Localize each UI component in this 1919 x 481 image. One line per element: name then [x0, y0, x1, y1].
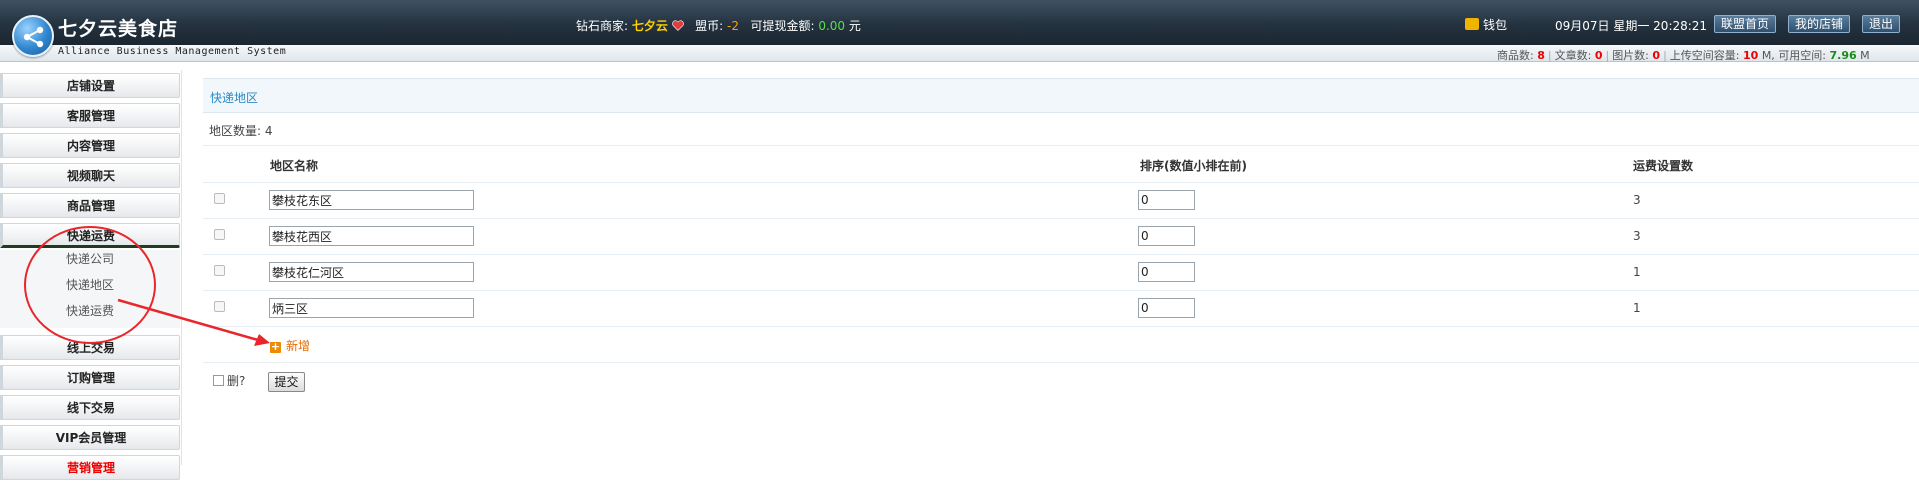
add-icon: + — [270, 340, 281, 353]
site-subtitle: Alliance Business Management System — [58, 46, 287, 57]
submit-button[interactable]: 提交 — [268, 372, 305, 392]
divider — [203, 182, 1919, 183]
column-header-order: 排序(数值小排在前) — [1140, 159, 1247, 173]
logo-share-icon[interactable] — [12, 15, 54, 57]
merchant-label: 钻石商家: — [576, 19, 629, 33]
account-info: 钻石商家: 七夕云 盟币: -2 可提现金额: 0.00 元 — [576, 17, 861, 34]
divider — [203, 362, 1919, 363]
wallet-icon — [1465, 18, 1479, 30]
region-order-input[interactable] — [1138, 226, 1195, 246]
withdraw-value: 0.00 — [818, 19, 846, 33]
withdraw-label: 可提现金额: — [750, 19, 815, 33]
region-order-input[interactable] — [1138, 298, 1195, 318]
submenu-courier-companies[interactable]: 快递公司 — [66, 250, 114, 267]
row-checkbox[interactable] — [214, 301, 225, 312]
sidebar-item-content[interactable]: 内容管理 — [0, 133, 180, 158]
goods-count: 8 — [1537, 49, 1545, 62]
delete-label: 删? — [227, 374, 246, 388]
articles-count: 0 — [1594, 49, 1603, 62]
coin-label: 盟币: — [695, 19, 724, 33]
shipping-submenu: 快递公司 快递地区 快递运费 — [0, 250, 180, 328]
fee-count: 3 — [1633, 229, 1641, 243]
region-name-input[interactable] — [269, 190, 474, 210]
articles-count-label: 文章数: — [1554, 49, 1592, 62]
add-region-label: 新增 — [286, 339, 311, 353]
column-header-region-name: 地区名称 — [270, 159, 319, 173]
sidebar: 店铺设置 客服管理 内容管理 视频聊天 商品管理 快递运费 快递公司 快递地区 … — [0, 70, 182, 480]
upload-capacity-unit: M, — [1761, 49, 1775, 62]
sidebar-item-online-trade[interactable]: 线上交易 — [0, 335, 180, 360]
region-order-input[interactable] — [1138, 190, 1195, 210]
panel-header: 快递地区 — [203, 78, 1919, 113]
shop-stats: 商品数: 8 | 文章数: 0 | 图片数: 0 | 上传空间容量: 10 M, 可用空间:… — [1497, 49, 1870, 62]
divider — [203, 145, 1919, 146]
sidebar-item-shop-settings[interactable]: 店铺设置 — [0, 73, 180, 98]
add-region-link[interactable]: + 新增 — [270, 337, 310, 354]
current-datetime: 09月07日 星期一 20:28:21 — [1555, 19, 1708, 33]
sidebar-item-vip[interactable]: VIP会员管理 — [0, 425, 180, 450]
page-title: 快递地区 — [210, 91, 259, 105]
submenu-shipping-fees[interactable]: 快递运费 — [66, 302, 114, 319]
divider — [203, 290, 1919, 291]
fee-count: 1 — [1633, 265, 1641, 279]
region-count-label: 地区数量: — [209, 124, 262, 138]
column-header-fee-count: 运费设置数 — [1633, 159, 1694, 173]
heart-icon — [671, 20, 684, 31]
row-checkbox[interactable] — [214, 229, 225, 240]
row-checkbox[interactable] — [214, 265, 225, 276]
images-count: 0 — [1652, 49, 1661, 62]
withdraw-unit: 元 — [848, 19, 861, 33]
my-shop-button[interactable]: 我的店铺 — [1788, 15, 1851, 33]
submenu-courier-regions[interactable]: 快递地区 — [66, 276, 114, 293]
free-space: 7.96 — [1829, 49, 1857, 62]
region-count: 地区数量: 4 — [209, 122, 273, 139]
fee-count: 3 — [1633, 193, 1641, 207]
region-name-input[interactable] — [269, 226, 474, 246]
goods-count-label: 商品数: — [1497, 49, 1534, 62]
sidebar-item-video-chat[interactable]: 视频聊天 — [0, 163, 180, 188]
sidebar-item-offline-trade[interactable]: 线下交易 — [0, 395, 180, 420]
upload-capacity-label: 上传空间容量: — [1669, 49, 1740, 62]
sidebar-item-shipping[interactable]: 快递运费 — [0, 223, 180, 248]
divider — [203, 218, 1919, 219]
row-checkbox[interactable] — [214, 193, 225, 204]
region-name-input[interactable] — [269, 262, 474, 282]
sidebar-item-orders[interactable]: 订购管理 — [0, 365, 180, 390]
wallet-label: 钱包 — [1483, 18, 1508, 32]
coin-value: -2 — [727, 19, 740, 33]
site-title: 七夕云美食店 — [58, 18, 179, 40]
sidebar-item-customer-service[interactable]: 客服管理 — [0, 103, 180, 128]
sidebar-item-goods[interactable]: 商品管理 — [0, 193, 180, 218]
images-count-label: 图片数: — [1612, 49, 1649, 62]
fee-count: 1 — [1633, 301, 1641, 315]
delete-checkbox[interactable] — [213, 375, 224, 386]
free-space-unit: M — [1860, 49, 1870, 62]
merchant-name[interactable]: 七夕云 — [632, 19, 668, 33]
upload-capacity: 10 — [1743, 49, 1759, 62]
annotation-arrow-head — [254, 334, 270, 346]
region-name-input[interactable] — [269, 298, 474, 318]
divider — [203, 326, 1919, 327]
region-count-value: 4 — [264, 124, 273, 138]
region-order-input[interactable] — [1138, 262, 1195, 282]
sidebar-item-marketing[interactable]: 营销管理 — [0, 455, 180, 480]
free-space-label: 可用空间: — [1778, 49, 1827, 62]
logout-button[interactable]: 退出 — [1862, 15, 1901, 33]
divider — [203, 254, 1919, 255]
alliance-home-button[interactable]: 联盟首页 — [1714, 15, 1777, 33]
wallet-link[interactable]: 钱包 — [1465, 16, 1507, 33]
